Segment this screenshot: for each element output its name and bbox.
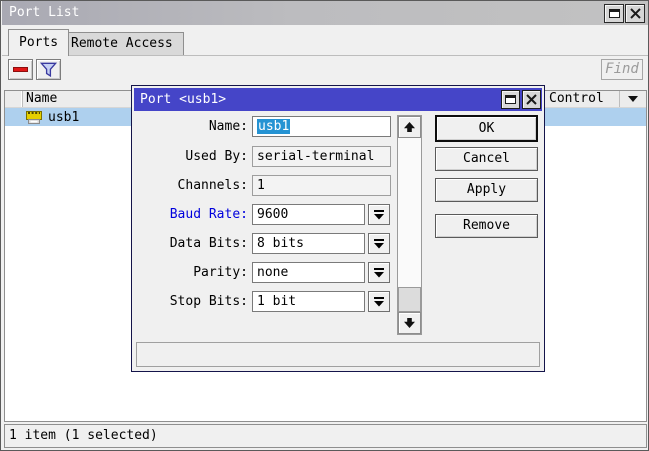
apply-button[interactable]: Apply: [435, 178, 538, 202]
dropdown-icon: [373, 267, 385, 278]
window-maximize-button[interactable]: [604, 4, 624, 23]
window-title: Port List: [9, 5, 79, 20]
filter-button[interactable]: [36, 59, 61, 80]
maximize-icon: [505, 95, 516, 104]
scrollbar-thumb[interactable]: [398, 287, 421, 312]
chevron-down-icon: [628, 96, 638, 102]
dialog-body: Name: usb1 Used By: serial-terminal Chan…: [134, 111, 542, 369]
dialog-scrollbar[interactable]: [397, 115, 422, 335]
baud-rate-label: Baud Rate:: [136, 204, 248, 225]
arrow-up-icon: [403, 121, 416, 133]
ok-button[interactable]: OK: [435, 115, 538, 142]
data-bits-dropdown-button[interactable]: [368, 233, 390, 254]
channels-label: Channels:: [136, 175, 248, 196]
close-icon: [525, 93, 538, 106]
close-icon: [629, 7, 642, 20]
arrow-down-icon: [403, 317, 416, 329]
dialog-maximize-button[interactable]: [501, 90, 520, 109]
dropdown-icon: [373, 296, 385, 307]
stop-bits-label: Stop Bits:: [136, 291, 248, 312]
tab-ports[interactable]: Ports: [8, 29, 69, 56]
baud-rate-input[interactable]: 9600: [252, 204, 365, 225]
used-by-field: serial-terminal: [252, 146, 391, 167]
name-input[interactable]: usb1: [252, 116, 391, 137]
dialog-status-strip: [136, 342, 540, 367]
used-by-label: Used By:: [136, 146, 248, 167]
window-close-button[interactable]: [625, 4, 645, 23]
data-bits-input[interactable]: 8 bits: [252, 233, 365, 254]
find-button[interactable]: Find: [601, 59, 643, 80]
name-value-selected: usb1: [257, 119, 290, 134]
data-bits-label: Data Bits:: [136, 233, 248, 254]
dialog-titlebar[interactable]: Port <usb1>: [134, 88, 542, 111]
column-picker-button[interactable]: [619, 91, 646, 107]
minus-icon: [13, 67, 28, 72]
channels-field: 1: [252, 175, 391, 196]
stop-bits-dropdown-button[interactable]: [368, 291, 390, 312]
parity-input[interactable]: none: [252, 262, 365, 283]
remove-port-button[interactable]: [8, 59, 33, 80]
baud-rate-dropdown-button[interactable]: [368, 204, 390, 225]
port-dialog: Port <usb1> Name: usb1 Used By: serial-t…: [131, 85, 545, 372]
column-header-control[interactable]: Control: [549, 91, 619, 107]
parity-label: Parity:: [136, 262, 248, 283]
dialog-close-button[interactable]: [522, 90, 541, 109]
dialog-title: Port <usb1>: [140, 92, 226, 107]
remove-button[interactable]: Remove: [435, 214, 538, 238]
status-text: 1 item (1 selected): [9, 428, 158, 443]
maximize-icon: [609, 9, 620, 18]
port-list-window: Port List Ports Remote Access Find Name …: [0, 0, 649, 451]
window-titlebar[interactable]: Port List: [2, 1, 649, 25]
tab-remote-access[interactable]: Remote Access: [60, 32, 184, 55]
funnel-icon: [39, 60, 58, 79]
name-label: Name:: [136, 116, 248, 137]
status-bar: 1 item (1 selected): [4, 424, 647, 448]
stop-bits-input[interactable]: 1 bit: [252, 291, 365, 312]
row-port-name: usb1: [48, 110, 79, 125]
parity-dropdown-button[interactable]: [368, 262, 390, 283]
dropdown-icon: [373, 209, 385, 220]
dropdown-icon: [373, 238, 385, 249]
cancel-button[interactable]: Cancel: [435, 147, 538, 171]
tab-strip-divider: [2, 55, 649, 56]
serial-port-icon: [26, 111, 42, 124]
scroll-down-button[interactable]: [398, 312, 421, 334]
scroll-up-button[interactable]: [398, 116, 421, 138]
column-header-blank[interactable]: [5, 91, 23, 107]
